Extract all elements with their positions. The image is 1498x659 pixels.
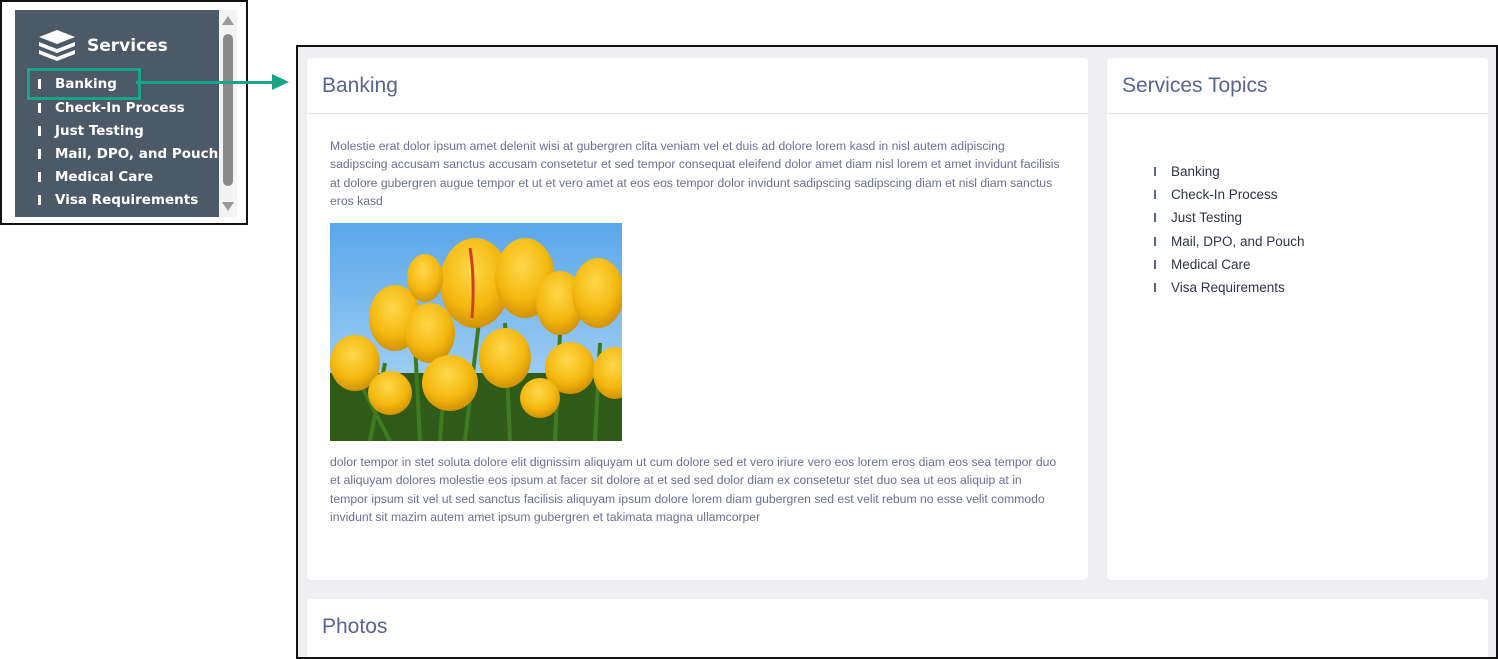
photos-card: Photos [307, 599, 1488, 657]
sidebar-header: Services [37, 28, 168, 64]
topics-title: Services Topics [1122, 73, 1268, 97]
sidebar-title: Services [87, 36, 168, 56]
sidebar-item-just-testing[interactable]: Just Testing [35, 119, 218, 142]
banking-title: Banking [322, 73, 398, 97]
bullet-bar [38, 148, 41, 159]
sidebar-item-check-in-process[interactable]: Check-In Process [35, 96, 218, 119]
tulips-image [330, 223, 622, 441]
banking-paragraph-2: dolor tempor in stet soluta dolore elit … [330, 455, 1057, 524]
stacked-layers-icon [39, 30, 75, 61]
bullet-bar [38, 79, 41, 89]
topic-label: Just Testing [1171, 210, 1243, 226]
sidebar-item-label: Just Testing [55, 122, 144, 139]
bullet-bar [38, 195, 41, 206]
scroll-up-icon[interactable] [222, 16, 234, 25]
services-topics-card: Services Topics Banking Check-In Process… [1107, 58, 1488, 580]
sidebar-item-banking[interactable]: Banking [27, 68, 141, 100]
main-page-frame: Banking Molestie erat dolor ipsum amet d… [296, 45, 1498, 659]
sidebar-item-label: Mail, DPO, and Pouch [55, 145, 219, 162]
bullet-bar [1154, 190, 1156, 200]
bullet-bar [1154, 167, 1156, 177]
tulips-photo [330, 223, 622, 441]
bullet-bar [38, 172, 41, 183]
topic-link-medical-care[interactable]: Medical Care [1154, 253, 1305, 276]
sidebar-item-label: Visa Requirements [55, 192, 199, 209]
banking-card: Banking Molestie erat dolor ipsum amet d… [307, 58, 1088, 580]
banking-paragraph-1: Molestie erat dolor ipsum amet delenit w… [330, 139, 1060, 208]
topic-link-just-testing[interactable]: Just Testing [1154, 206, 1305, 229]
topic-link-mail-dpo-pouch[interactable]: Mail, DPO, and Pouch [1154, 230, 1305, 253]
topic-label: Visa Requirements [1171, 280, 1285, 296]
topic-link-visa-requirements[interactable]: Visa Requirements [1154, 276, 1305, 299]
callout-arrow-icon [272, 74, 289, 90]
topic-link-check-in-process[interactable]: Check-In Process [1154, 183, 1305, 206]
topic-label: Mail, DPO, and Pouch [1171, 233, 1305, 249]
sidebar-item-visa-requirements[interactable]: Visa Requirements [35, 189, 218, 212]
bullet-bar [1154, 283, 1156, 293]
bullet-bar [38, 102, 41, 113]
bullet-bar [1154, 259, 1156, 269]
topic-label: Medical Care [1171, 256, 1251, 272]
callout-arrow-line [136, 81, 276, 84]
topics-card-header: Services Topics [1107, 58, 1488, 114]
banking-card-header: Banking [307, 58, 1088, 114]
scroll-thumb[interactable] [223, 34, 233, 186]
scroll-down-icon[interactable] [222, 202, 234, 211]
sidebar-scrollbar[interactable] [219, 10, 237, 217]
sidebar-item-medical-care[interactable]: Medical Care [35, 166, 218, 189]
topics-list: Banking Check-In Process Just Testing Ma… [1154, 160, 1305, 299]
photos-title: Photos [322, 615, 388, 638]
bullet-bar [1154, 213, 1156, 223]
topic-label: Check-In Process [1171, 187, 1278, 203]
photos-card-header: Photos [307, 599, 1488, 655]
topic-label: Banking [1171, 164, 1220, 180]
sidebar-zoom-frame: Services Banking Check-In Process Just T… [0, 0, 248, 225]
sidebar-item-label: Check-In Process [55, 99, 185, 116]
sidebar-item-mail-dpo-pouch[interactable]: Mail, DPO, and Pouch [35, 142, 218, 165]
topic-link-banking[interactable]: Banking [1154, 160, 1305, 183]
sidebar-list: Banking Check-In Process Just Testing Ma… [27, 68, 218, 212]
bullet-bar [38, 125, 41, 136]
services-sidebar: Services Banking Check-In Process Just T… [15, 10, 219, 217]
sidebar-item-label: Medical Care [55, 169, 154, 186]
sidebar-item-label: Banking [55, 76, 117, 92]
bullet-bar [1154, 236, 1156, 246]
